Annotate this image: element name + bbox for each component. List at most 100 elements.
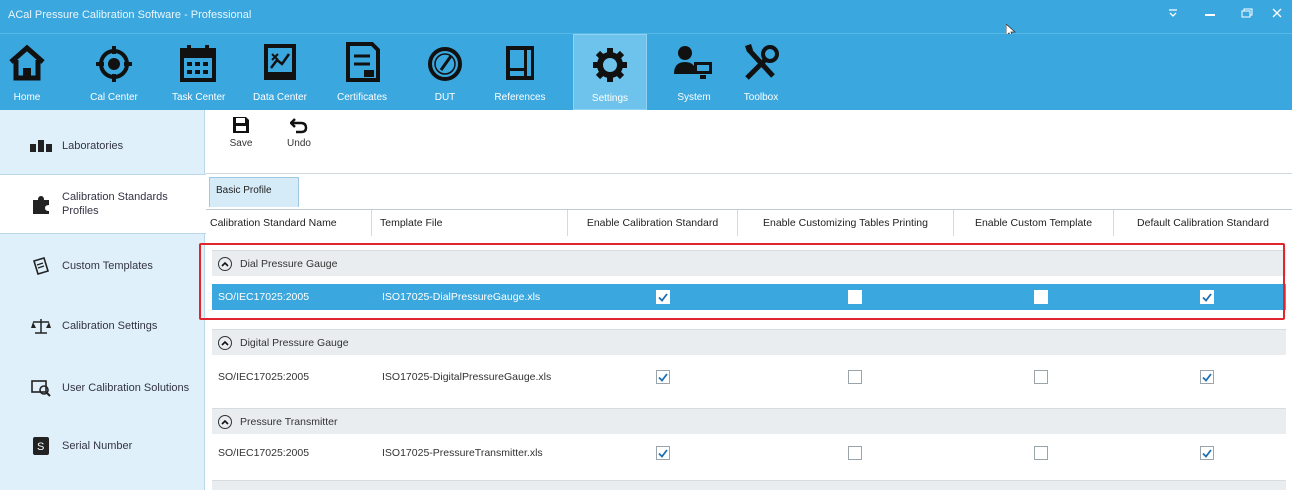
minimize-icon[interactable] — [1192, 0, 1228, 26]
users-computer-icon — [674, 46, 712, 79]
ribbon-dut-button[interactable]: DUT — [422, 34, 468, 110]
pin-icon[interactable] — [1155, 0, 1191, 26]
sidebar: Laboratories Calibration Standards Profi… — [0, 110, 206, 490]
group-header[interactable]: Pressure Transmitter — [212, 408, 1286, 434]
collapse-icon[interactable] — [218, 414, 232, 429]
checkbox-checked[interactable] — [1200, 446, 1214, 460]
tools-icon — [745, 44, 779, 80]
sidebar-item-label: Calibration Standards Profiles — [62, 191, 168, 217]
toolbar: Save Undo — [206, 110, 1292, 174]
certificate-icon — [346, 42, 380, 82]
window-title: ACal Pressure Calibration Software - Pro… — [8, 9, 252, 21]
ribbon-data-center-button[interactable]: Data Center — [252, 34, 308, 110]
enable-custom-template-checkbox[interactable] — [1034, 284, 1048, 310]
crosshair-icon — [96, 46, 132, 82]
enable-standard-checkbox[interactable] — [656, 284, 670, 310]
checkbox-checked[interactable] — [656, 370, 670, 384]
default-standard-checkbox[interactable] — [1200, 364, 1214, 390]
checkbox-checked[interactable] — [656, 446, 670, 460]
sidebar-item-label: Calibration Settings — [62, 320, 158, 332]
checkbox-checked[interactable] — [656, 290, 670, 304]
ribbon-label: Toolbox — [743, 92, 779, 103]
title-bar: ACal Pressure Calibration Software - Pro… — [0, 0, 1292, 34]
ribbon-cal-center-button[interactable]: Cal Center — [86, 34, 142, 110]
table-row[interactable]: SO/IEC17025:2005 ISO17025-DigitalPressur… — [212, 364, 1286, 390]
tab-strip: Basic Profile — [206, 175, 1292, 209]
default-standard-checkbox[interactable] — [1200, 284, 1214, 310]
standard-name-cell: SO/IEC17025:2005 — [218, 291, 310, 303]
checkbox-unchecked[interactable] — [848, 290, 862, 304]
ribbon-references-button[interactable]: References — [494, 34, 546, 110]
puzzle-icon — [30, 194, 52, 214]
enable-custom-template-checkbox[interactable] — [1034, 364, 1048, 390]
enable-tables-printing-checkbox[interactable] — [848, 364, 862, 390]
sidebar-item-serial-number[interactable]: S Serial Number — [0, 416, 205, 476]
sidebar-item-calibration-settings[interactable]: Calibration Settings — [0, 296, 205, 356]
solutions-icon — [30, 378, 52, 398]
group-name: Pressure Transmitter — [240, 415, 338, 428]
collapse-icon[interactable] — [218, 256, 232, 271]
enable-tables-printing-checkbox[interactable] — [848, 284, 862, 310]
ribbon: Home Cal Center Task Center Data Center … — [0, 34, 1292, 110]
default-standard-checkbox[interactable] — [1200, 440, 1214, 466]
checkmark-icon — [658, 292, 668, 302]
ribbon-label: System — [677, 92, 711, 103]
table-row[interactable]: SO/IEC17025:2005 ISO17025-DialPressureGa… — [212, 284, 1286, 310]
checkbox-checked[interactable] — [1200, 370, 1214, 384]
ribbon-settings-button[interactable]: Settings — [573, 34, 647, 110]
home-icon — [9, 44, 45, 81]
ribbon-home-button[interactable]: Home — [4, 34, 50, 110]
checkbox-unchecked[interactable] — [1034, 370, 1048, 384]
standard-name-cell: SO/IEC17025:2005 — [218, 371, 310, 383]
sidebar-item-calibration-standards-profiles[interactable]: Calibration Standards Profiles — [0, 174, 206, 234]
ribbon-label: Certificates — [336, 92, 387, 103]
ribbon-toolbox-button[interactable]: Toolbox — [738, 34, 784, 110]
sidebar-item-custom-templates[interactable]: Custom Templates — [0, 236, 205, 296]
group-header[interactable]: Dial Pressure Gauge — [212, 250, 1286, 276]
gear-icon — [593, 48, 627, 82]
column-header-enable-tables-printing[interactable]: Enable Customizing Tables Printing — [738, 210, 954, 236]
save-label: Save — [229, 138, 253, 149]
table-row[interactable]: SO/IEC17025:2005 ISO17025-PressureTransm… — [212, 440, 1286, 466]
scale-icon — [30, 316, 52, 336]
group-header[interactable]: Digital Pressure Gauge — [212, 329, 1286, 355]
checkbox-unchecked[interactable] — [1034, 290, 1048, 304]
column-header-standard-name[interactable]: Calibration Standard Name — [206, 210, 372, 236]
save-button[interactable]: Save — [218, 116, 264, 149]
ribbon-label: Cal Center — [90, 92, 138, 103]
column-header-template-file[interactable]: Template File — [372, 210, 568, 236]
template-file-cell: ISO17025-PressureTransmitter.xls — [382, 447, 543, 459]
enable-standard-checkbox[interactable] — [656, 364, 670, 390]
sidebar-item-user-calibration-solutions[interactable]: User Calibration Solutions — [0, 358, 205, 418]
enable-tables-printing-checkbox[interactable] — [848, 440, 862, 466]
ribbon-label: Home — [13, 92, 41, 103]
checkmark-icon — [1202, 448, 1212, 458]
close-icon[interactable] — [1262, 0, 1292, 26]
ribbon-task-center-button[interactable]: Task Center — [172, 34, 225, 110]
ribbon-system-button[interactable]: System — [668, 34, 720, 110]
checkbox-unchecked[interactable] — [848, 370, 862, 384]
undo-icon — [290, 118, 308, 134]
checkmark-icon — [1202, 292, 1212, 302]
template-file-cell: ISO17025-DialPressureGauge.xls — [382, 291, 541, 303]
ribbon-certificates-button[interactable]: Certificates — [334, 34, 390, 110]
sidebar-item-laboratories[interactable]: Laboratories — [0, 116, 205, 176]
column-header-default-standard[interactable]: Default Calibration Standard — [1114, 210, 1292, 236]
collapse-icon[interactable] — [218, 335, 232, 350]
checkmark-icon — [658, 448, 668, 458]
undo-button[interactable]: Undo — [276, 116, 322, 149]
group-header[interactable] — [212, 480, 1286, 490]
standard-name-cell: SO/IEC17025:2005 — [218, 447, 310, 459]
checkbox-unchecked[interactable] — [848, 446, 862, 460]
tab-basic-profile[interactable]: Basic Profile — [209, 177, 299, 207]
column-header-enable-custom-template[interactable]: Enable Custom Template — [954, 210, 1114, 236]
checkbox-unchecked[interactable] — [1034, 446, 1048, 460]
checkmark-icon — [1202, 372, 1212, 382]
checkbox-checked[interactable] — [1200, 290, 1214, 304]
enable-standard-checkbox[interactable] — [656, 440, 670, 466]
ribbon-label: DUT — [434, 92, 456, 103]
column-header-enable-standard[interactable]: Enable Calibration Standard — [568, 210, 738, 236]
laboratory-icon — [30, 136, 52, 156]
enable-custom-template-checkbox[interactable] — [1034, 440, 1048, 466]
restore-icon[interactable] — [1229, 0, 1265, 26]
